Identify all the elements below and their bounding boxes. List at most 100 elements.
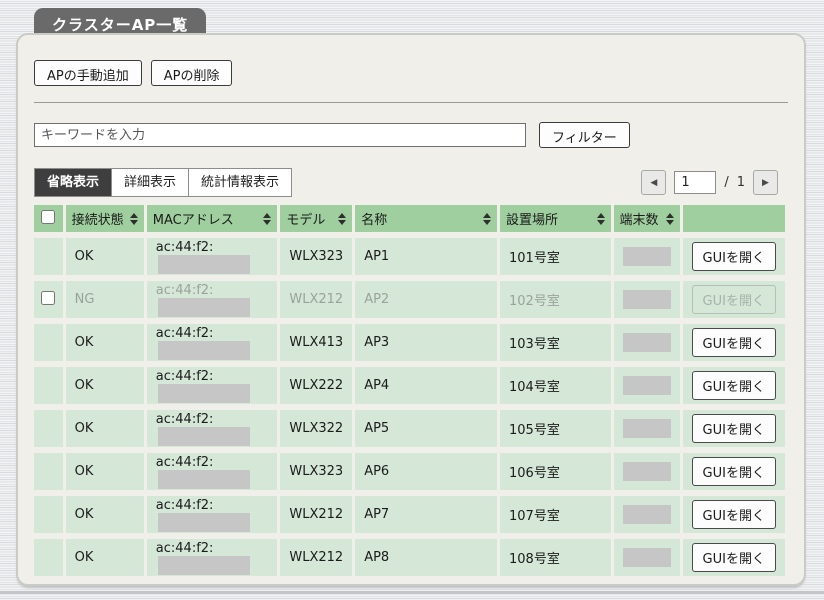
table-row: NGac:44:f2:WLX212AP2102号室GUIを開く [34,281,785,318]
open-gui-button[interactable]: GUIを開く [692,328,776,357]
model-cell: WLX212 [280,281,352,318]
page-number-input[interactable] [674,171,716,194]
client-count-cell [614,539,680,576]
tab-detail-view[interactable]: 詳細表示 [112,169,189,196]
location-cell: 104号室 [500,367,611,404]
ap-table-body: OKac:44:f2:WLX323AP1101号室GUIを開くNGac:44:f… [34,238,785,576]
mac-address-cell: ac:44:f2: [147,453,278,490]
table-row: OKac:44:f2:WLX222AP4104号室GUIを開く [34,367,785,404]
pagination: ◀ / 1 ▶ [641,170,778,195]
open-gui-button[interactable]: GUIを開く [692,457,776,486]
mac-address-cell: ac:44:f2: [147,238,278,275]
filter-button[interactable]: フィルター [539,122,630,148]
table-row: OKac:44:f2:WLX322AP5105号室GUIを開く [34,410,785,447]
delete-ap-button[interactable]: APの削除 [151,60,233,86]
open-gui-button[interactable]: GUIを開く [692,242,776,271]
name-cell: AP7 [355,496,497,533]
gui-action-cell: GUIを開く [683,410,785,447]
client-count-cell [614,324,680,361]
location-cell: 103号室 [500,324,611,361]
model-cell: WLX212 [280,496,352,533]
select-all-checkbox[interactable] [41,210,55,224]
sort-icon[interactable] [130,213,138,225]
mac-redaction-box [158,298,250,317]
status-cell: OK [66,324,144,361]
tab-statistics-view[interactable]: 統計情報表示 [189,169,291,196]
mac-redaction-box [158,341,250,360]
location-cell: 107号室 [500,496,611,533]
location-cell: 105号室 [500,410,611,447]
toolbar: APの手動追加 APの削除 [34,60,788,86]
mac-address-cell: ac:44:f2: [147,410,278,447]
toolbar-divider [34,102,788,103]
next-page-button[interactable]: ▶ [753,170,778,195]
gui-action-cell: GUIを開く [683,496,785,533]
filter-bar: フィルター [34,122,788,148]
location-cell: 102号室 [500,281,611,318]
sort-icon[interactable] [263,213,271,225]
mac-address-cell: ac:44:f2: [147,281,278,318]
client-count-cell [614,238,680,275]
mac-redaction-box [158,384,250,403]
client-count-redaction-box [623,376,671,395]
model-cell: WLX222 [280,367,352,404]
gui-action-cell: GUIを開く [683,539,785,576]
row-select-cell [34,324,63,361]
gui-action-cell: GUIを開く [683,238,785,275]
gui-action-cell: GUIを開く [683,281,785,318]
status-cell: OK [66,453,144,490]
keyword-search-input[interactable] [34,123,526,147]
name-cell: AP5 [355,410,497,447]
open-gui-button[interactable]: GUIを開く [692,371,776,400]
table-row: OKac:44:f2:WLX212AP7107号室GUIを開く [34,496,785,533]
ap-list-table: 接続状態 MACアドレス モデル 名称 設置場所 端末数 OKac:44:f2:… [31,199,788,582]
cluster-ap-panel: APの手動追加 APの削除 フィルター 省略表示 詳細表示 統計情報表示 ◀ /… [16,33,806,586]
table-row: OKac:44:f2:WLX323AP1101号室GUIを開く [34,238,785,275]
open-gui-button[interactable]: GUIを開く [692,500,776,529]
table-row: OKac:44:f2:WLX212AP8108号室GUIを開く [34,539,785,576]
client-count-cell [614,410,680,447]
open-gui-button: GUIを開く [692,285,776,314]
open-gui-button[interactable]: GUIを開く [692,414,776,443]
status-cell: NG [66,281,144,318]
mac-redaction-box [158,255,250,274]
status-cell: OK [66,367,144,404]
row-select-cell [34,539,63,576]
open-gui-button[interactable]: GUIを開く [692,543,776,572]
sort-icon[interactable] [338,213,346,225]
mac-address-cell: ac:44:f2: [147,324,278,361]
tab-summary-view[interactable]: 省略表示 [35,169,112,196]
header-gui-actions [683,205,785,232]
gui-action-cell: GUIを開く [683,324,785,361]
right-triangle-icon: ▶ [762,177,769,188]
table-header-row: 接続状態 MACアドレス モデル 名称 設置場所 端末数 [34,205,785,232]
row-checkbox[interactable] [41,291,55,305]
client-count-cell [614,281,680,318]
page-separator: / [724,175,728,190]
model-cell: WLX323 [280,238,352,275]
mac-prefix: ac:44:f2: [156,498,214,513]
mac-redaction-box [158,470,250,489]
left-triangle-icon: ◀ [650,177,657,188]
name-cell: AP8 [355,539,497,576]
sort-icon[interactable] [597,213,605,225]
model-cell: WLX323 [280,453,352,490]
header-model: モデル [286,209,325,228]
add-ap-button[interactable]: APの手動追加 [34,60,142,86]
prev-page-button[interactable]: ◀ [641,170,666,195]
client-count-cell [614,496,680,533]
name-cell: AP4 [355,367,497,404]
model-cell: WLX413 [280,324,352,361]
status-cell: OK [66,238,144,275]
row-select-cell [34,496,63,533]
table-row: OKac:44:f2:WLX413AP3103号室GUIを開く [34,324,785,361]
header-name: 名称 [361,209,387,228]
client-count-redaction-box [623,290,671,309]
client-count-redaction-box [623,462,671,481]
sort-icon[interactable] [483,213,491,225]
row-select-cell [34,367,63,404]
mac-redaction-box [158,513,250,532]
sort-icon[interactable] [666,213,674,225]
client-count-cell [614,453,680,490]
client-count-cell [614,367,680,404]
